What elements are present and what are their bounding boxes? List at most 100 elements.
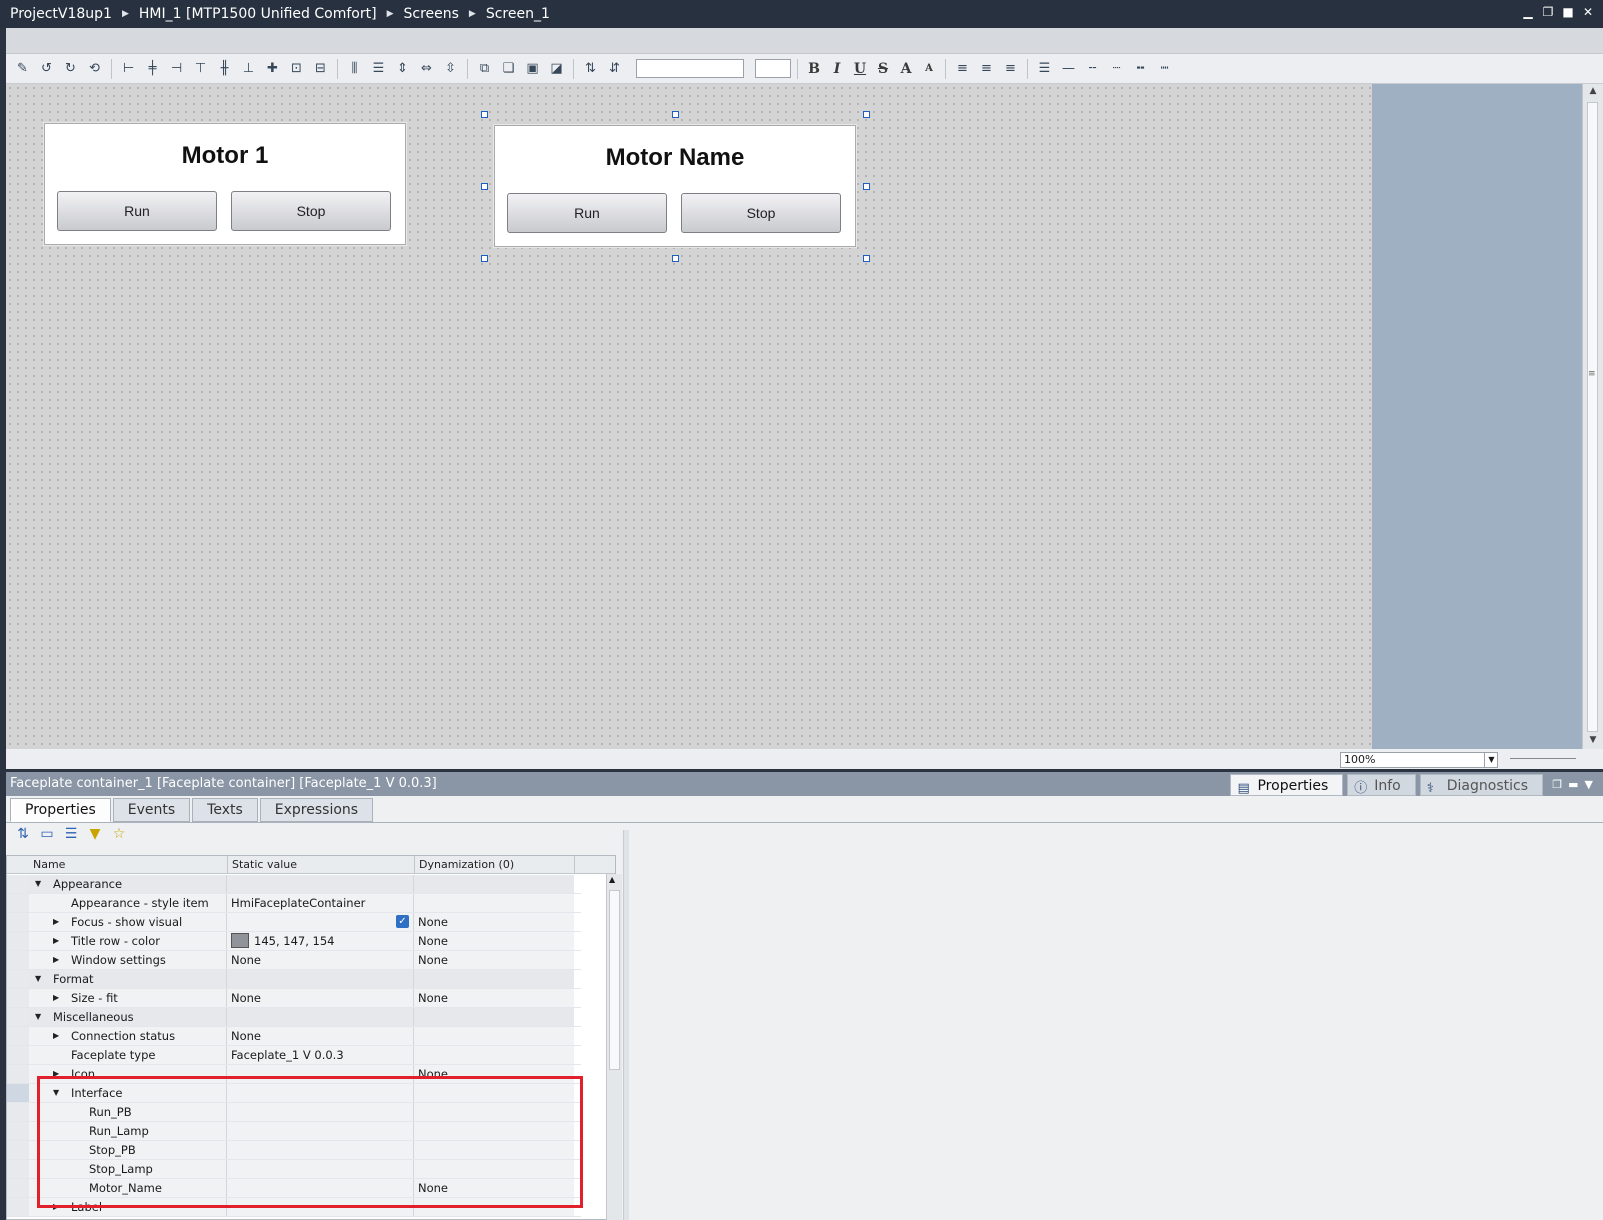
close-icon[interactable]: ✕	[1581, 6, 1595, 19]
minimize-icon[interactable]: ▁	[1521, 6, 1535, 19]
row-static-value[interactable]: HmiFaceplateContainer	[227, 894, 414, 912]
font-family-field[interactable]	[636, 59, 744, 78]
send-to-back-icon[interactable]: ◪	[546, 58, 567, 79]
breadcrumb-project[interactable]: ProjectV18up1	[10, 6, 112, 22]
faceplate-motor-name[interactable]: Motor Name Run Stop	[494, 125, 856, 247]
line-dot-icon[interactable]: ┈	[1106, 58, 1127, 79]
line-solid-icon[interactable]: —	[1058, 58, 1079, 79]
run-button[interactable]: Run	[57, 191, 217, 231]
rotate-left-icon[interactable]: ↺	[36, 58, 57, 79]
property-row-focus-show-visual[interactable]: ▶ Focus - show visual ✓ None	[7, 913, 581, 932]
italic-button[interactable]: I	[827, 61, 847, 77]
text-align-left-icon[interactable]: ≡	[952, 58, 973, 79]
zoom-slider[interactable]	[1510, 758, 1576, 761]
tab-expressions[interactable]: Expressions	[259, 798, 374, 822]
checkbox-checked-icon[interactable]: ✓	[396, 915, 409, 928]
property-row-appearance-style-item[interactable]: Appearance - style item HmiFaceplateCont…	[7, 894, 581, 913]
send-backward-icon[interactable]: ❏	[498, 58, 519, 79]
column-header-static-value[interactable]: Static value	[227, 856, 414, 874]
expand-arrow-icon[interactable]: ▶	[53, 951, 59, 969]
property-row-appearance[interactable]: ▼ Appearance	[7, 875, 581, 894]
line-dashdot-icon[interactable]: ╍	[1130, 58, 1151, 79]
scroll-up-icon[interactable]: ▲	[609, 875, 615, 884]
row-dynamization[interactable]	[414, 1046, 574, 1064]
tab-diagnostics[interactable]: ⚕ Diagnostics	[1419, 774, 1543, 796]
tab-events[interactable]: Events	[112, 798, 191, 822]
selection-handle[interactable]	[672, 255, 679, 262]
strikethrough-button[interactable]: S	[873, 61, 893, 77]
minimize-icon[interactable]: ▬	[1568, 778, 1578, 791]
expand-arrow-icon[interactable]: ▶	[53, 989, 59, 1007]
align-right-icon[interactable]: ⊣	[166, 58, 187, 79]
row-dynamization[interactable]: None	[414, 913, 574, 931]
list-view-icon[interactable]: ☰	[62, 826, 80, 844]
tab-properties[interactable]: Properties	[10, 798, 111, 822]
breadcrumb-screen[interactable]: Screen_1	[486, 6, 550, 22]
column-header-dynamization[interactable]: Dynamization (0)	[414, 856, 574, 874]
chevron-down-icon[interactable]: ▼	[1585, 778, 1593, 791]
shrink-font-button[interactable]: A	[919, 63, 939, 74]
row-static-value[interactable]: Faceplate_1 V 0.0.3	[227, 1046, 414, 1064]
chevron-down-icon[interactable]: ▼	[1484, 752, 1498, 768]
collapse-arrow-icon[interactable]: ▼	[35, 1008, 41, 1026]
run-button[interactable]: Run	[507, 193, 667, 233]
column-header-name[interactable]: Name	[29, 856, 227, 874]
spacing-horizontal-icon[interactable]: ⇔	[416, 58, 437, 79]
text-align-center-icon[interactable]: ≡	[976, 58, 997, 79]
expand-arrow-icon[interactable]: ▶	[53, 1027, 59, 1045]
row-static-value[interactable]: ✓	[227, 913, 414, 931]
faceplate-motor-1[interactable]: Motor 1 Run Stop	[44, 123, 406, 245]
canvas-vertical-scrollbar[interactable]: ▲ ≡ ▼	[1582, 84, 1603, 749]
property-row-miscellaneous[interactable]: ▼ Miscellaneous	[7, 1008, 581, 1027]
same-width-icon[interactable]: ⊡	[286, 58, 307, 79]
stop-button[interactable]: Stop	[681, 193, 841, 233]
stop-button[interactable]: Stop	[231, 191, 391, 231]
restore-icon[interactable]: ❐	[1552, 778, 1562, 791]
selection-handle[interactable]	[863, 255, 870, 262]
color-swatch[interactable]	[231, 933, 249, 948]
align-middle-icon[interactable]: ╫	[214, 58, 235, 79]
format-painter-icon[interactable]: ✎	[12, 58, 33, 79]
maximize-icon[interactable]: ■	[1561, 6, 1575, 19]
property-row-window-settings[interactable]: ▶ Window settings None None	[7, 951, 581, 970]
property-row-connection-status[interactable]: ▶ Connection status None	[7, 1027, 581, 1046]
text-align-right-icon[interactable]: ≡	[1000, 58, 1021, 79]
distribute-vertical-icon[interactable]: ☰	[368, 58, 389, 79]
property-row-format[interactable]: ▼ Format	[7, 970, 581, 989]
property-row-size-fit[interactable]: ▶ Size - fit None None	[7, 989, 581, 1008]
selection-handle[interactable]	[863, 183, 870, 190]
property-row-title-row-color[interactable]: ▶ Title row - color 145, 147, 154 None	[7, 932, 581, 951]
bold-button[interactable]: B	[804, 61, 824, 77]
breadcrumb-hmi[interactable]: HMI_1 [MTP1500 Unified Comfort]	[139, 6, 377, 22]
selection-handle[interactable]	[481, 111, 488, 118]
breadcrumb-screens[interactable]: Screens	[403, 6, 458, 22]
collapse-arrow-icon[interactable]: ▼	[35, 970, 41, 988]
align-top-icon[interactable]: ⊤	[190, 58, 211, 79]
tab-texts[interactable]: Texts	[192, 798, 258, 822]
selection-handle[interactable]	[481, 255, 488, 262]
row-dynamization[interactable]	[414, 894, 574, 912]
sort-up-icon[interactable]: ⇅	[580, 58, 601, 79]
row-static-value[interactable]: None	[227, 951, 414, 969]
line-dashdotdot-icon[interactable]: ┉	[1154, 58, 1175, 79]
zoom-select[interactable]: 100%	[1340, 752, 1498, 768]
scrollbar-thumb[interactable]	[609, 890, 620, 1070]
grow-font-button[interactable]: A	[896, 61, 916, 77]
panel-splitter[interactable]	[623, 830, 629, 1220]
bring-to-front-icon[interactable]: ▣	[522, 58, 543, 79]
flip-icon[interactable]: ⟲	[84, 58, 105, 79]
row-dynamization[interactable]	[414, 1027, 574, 1045]
tab-properties-inspector[interactable]: ▤ Properties	[1230, 774, 1344, 796]
selection-handle[interactable]	[481, 183, 488, 190]
expand-arrow-icon[interactable]: ▶	[53, 913, 59, 931]
row-dynamization[interactable]: None	[414, 951, 574, 969]
row-static-value[interactable]: 145, 147, 154	[227, 932, 414, 950]
scroll-up-icon[interactable]: ▲	[1586, 86, 1600, 98]
row-static-value[interactable]: None	[227, 989, 414, 1007]
expand-arrow-icon[interactable]: ▶	[53, 932, 59, 950]
row-static-value[interactable]: None	[227, 1027, 414, 1045]
selection-handle[interactable]	[863, 111, 870, 118]
distribute-horizontal-icon[interactable]: ⫼	[344, 58, 365, 79]
same-height-icon[interactable]: ⊟	[310, 58, 331, 79]
scroll-down-icon[interactable]: ▼	[1586, 735, 1600, 747]
